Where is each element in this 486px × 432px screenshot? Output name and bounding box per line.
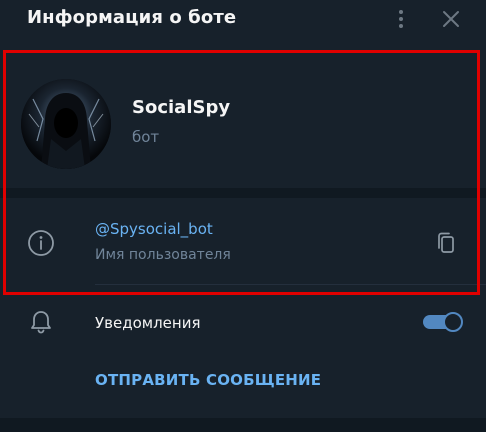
copy-icon[interactable] xyxy=(435,231,457,255)
info-icon xyxy=(27,229,55,257)
toggle-knob xyxy=(443,312,463,332)
notifications-row[interactable]: Уведомления xyxy=(0,300,486,346)
send-message-button[interactable]: ОТПРАВИТЬ СООБЩЕНИЕ xyxy=(95,371,321,389)
username-row[interactable]: @Spysocial_bot Имя пользователя xyxy=(0,198,486,286)
hooded-figure-avatar xyxy=(21,79,111,169)
window-title: Информация о боте xyxy=(27,7,237,28)
section-divider xyxy=(0,188,486,198)
close-icon[interactable] xyxy=(438,6,464,32)
avatar[interactable] xyxy=(21,79,111,169)
notifications-label: Уведомления xyxy=(95,314,201,332)
bot-name: SocialSpy xyxy=(132,97,231,118)
more-vertical-icon[interactable] xyxy=(391,6,411,32)
username-value[interactable]: @Spysocial_bot xyxy=(95,220,213,238)
bell-icon xyxy=(29,309,53,335)
bot-subtitle: бот xyxy=(132,128,160,146)
header: Информация о боте xyxy=(0,0,486,38)
row-separator xyxy=(95,284,486,285)
bottom-divider xyxy=(0,418,486,432)
notifications-toggle[interactable] xyxy=(423,312,463,332)
username-label: Имя пользователя xyxy=(95,247,231,263)
profile-section: SocialSpy бот xyxy=(0,62,486,188)
